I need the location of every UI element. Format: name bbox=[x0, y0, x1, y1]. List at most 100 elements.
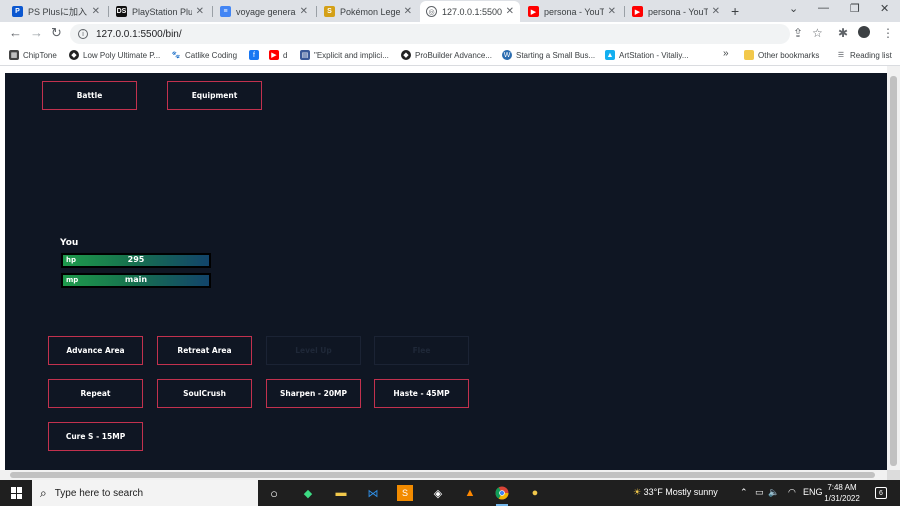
close-icon[interactable]: ✕ bbox=[196, 6, 204, 17]
new-tab-button[interactable]: + bbox=[731, 3, 739, 19]
horizontal-scrollbar[interactable] bbox=[0, 470, 887, 480]
wordpress-icon: W bbox=[502, 50, 512, 60]
paw-icon: 🐾 bbox=[171, 50, 181, 60]
mp-value: main bbox=[124, 275, 148, 284]
grid-icon: ▦ bbox=[9, 50, 19, 60]
haste-button[interactable]: Haste - 45MP bbox=[374, 379, 469, 408]
bookmark-probuilder[interactable]: ◆ ProBuilder Advance... bbox=[401, 50, 492, 60]
bookmark-facebook[interactable]: f bbox=[249, 50, 263, 60]
tab-search-icon[interactable]: ⌄ bbox=[789, 2, 798, 15]
menu-icon[interactable]: ⋮ bbox=[882, 26, 894, 40]
close-icon[interactable]: ✕ bbox=[92, 6, 100, 17]
youtube-icon: ▶ bbox=[632, 6, 643, 17]
horizontal-scroll-thumb[interactable] bbox=[10, 472, 875, 478]
mango-app-icon[interactable]: ● bbox=[527, 485, 543, 501]
browser-toolbar: ← → ↻ i 127.0.0.1:5500/bin/ ⇪ ☆ ✱ ⋮ bbox=[0, 22, 900, 46]
advance-area-button[interactable]: Advance Area bbox=[48, 336, 143, 365]
forward-icon[interactable]: → bbox=[30, 25, 43, 40]
tab-strip: P PS Plusに加入 | 1か ✕ DS PlayStation Plus … bbox=[0, 0, 900, 22]
windows-start-icon[interactable] bbox=[11, 487, 23, 499]
close-icon[interactable]: ✕ bbox=[300, 6, 308, 17]
share-icon[interactable]: ⇪ bbox=[793, 26, 803, 40]
retreat-area-button[interactable]: Retreat Area bbox=[157, 336, 252, 365]
tab-localhost[interactable]: ◎ 127.0.0.1:5500/bi ✕ bbox=[420, 1, 520, 22]
close-icon[interactable]: ✕ bbox=[608, 6, 616, 17]
sun-icon: ☀ bbox=[633, 487, 642, 497]
git-icon[interactable]: ◆ bbox=[300, 485, 316, 501]
sharpen-button[interactable]: Sharpen - 20MP bbox=[266, 379, 361, 408]
file-explorer-icon[interactable]: ▬ bbox=[333, 485, 349, 501]
profile-avatar[interactable] bbox=[858, 26, 870, 38]
unity-icon: ◆ bbox=[69, 50, 79, 60]
docs-icon: ≡ bbox=[220, 6, 231, 17]
close-icon[interactable]: ✕ bbox=[404, 6, 412, 17]
soulcrush-button[interactable]: SoulCrush bbox=[157, 379, 252, 408]
equipment-button[interactable]: Equipment bbox=[167, 81, 262, 110]
tab-persona-youtube-1[interactable]: ▶ persona - YouTu ✕ bbox=[522, 1, 622, 22]
windows-taskbar: ⌕ Type here to search ○ ◆ ▬ ⋈ S ◈ ▲ ● ☀ … bbox=[0, 480, 900, 506]
cure-s-button[interactable]: Cure S - 15MP bbox=[48, 422, 143, 451]
article-icon: ▤ bbox=[300, 50, 310, 60]
tab-ps-plus[interactable]: P PS Plusに加入 | 1か ✕ bbox=[6, 1, 106, 22]
info-icon[interactable]: i bbox=[78, 29, 88, 39]
sublime-icon[interactable]: S bbox=[397, 485, 413, 501]
bookmark-small-business[interactable]: W Starting a Small Bus... bbox=[502, 50, 595, 60]
tab-playstation-plus[interactable]: DS PlayStation Plus ✕ bbox=[110, 1, 210, 22]
taskbar-search[interactable]: ⌕ Type here to search bbox=[32, 480, 258, 506]
extensions-icon[interactable]: ✱ bbox=[838, 26, 848, 40]
close-icon[interactable]: ✕ bbox=[506, 6, 514, 17]
weather-widget[interactable]: ☀ 33°F Mostly sunny bbox=[633, 487, 718, 498]
reload-icon[interactable]: ↻ bbox=[51, 25, 62, 41]
star-icon[interactable]: ☆ bbox=[812, 26, 823, 40]
ds-icon: DS bbox=[116, 6, 127, 17]
vscode-icon[interactable]: ⋈ bbox=[365, 485, 381, 501]
artstation-icon: ▲ bbox=[605, 50, 615, 60]
page-viewport: Battle Equipment You hp 295 mp main Adva… bbox=[0, 66, 900, 480]
tab-voyage-general[interactable]: ≡ voyage general ✕ bbox=[214, 1, 314, 22]
vertical-scroll-thumb[interactable] bbox=[890, 76, 897, 466]
bookmark-low-poly[interactable]: ◆ Low Poly Ultimate P... bbox=[69, 50, 160, 60]
bookmark-explicit[interactable]: ▤ "Explicit and implici... bbox=[300, 50, 389, 60]
folder-icon bbox=[744, 50, 754, 60]
bookmark-catlike-coding[interactable]: 🐾 Catlike Coding bbox=[171, 50, 237, 60]
minimize-button[interactable]: — bbox=[818, 2, 829, 14]
bookmark-reading-list[interactable]: ☰ Reading list bbox=[836, 50, 892, 60]
volume-icon[interactable]: 🔈 bbox=[768, 487, 779, 498]
back-icon[interactable]: ← bbox=[9, 25, 22, 40]
globe-icon: ◎ bbox=[426, 6, 437, 17]
repeat-button[interactable]: Repeat bbox=[48, 379, 143, 408]
chrome-icon[interactable] bbox=[494, 485, 510, 506]
level-up-button[interactable]: Level Up bbox=[266, 336, 361, 365]
notification-icon[interactable]: 6 bbox=[875, 487, 887, 499]
bookmark-artstation[interactable]: ▲ ArtStation - Vitaliy... bbox=[605, 50, 689, 60]
wifi-icon[interactable]: ◠ bbox=[788, 487, 796, 498]
bookmark-chiptone[interactable]: ▦ ChipTone bbox=[9, 50, 57, 60]
battle-button[interactable]: Battle bbox=[42, 81, 137, 110]
more-bookmarks-button[interactable]: » bbox=[723, 48, 729, 59]
youtube-icon: ▶ bbox=[269, 50, 279, 60]
ps-icon: P bbox=[12, 6, 23, 17]
close-window-button[interactable]: ✕ bbox=[880, 2, 889, 15]
bookmark-d[interactable]: ▶ d bbox=[269, 50, 287, 60]
tab-pokemon-legends[interactable]: S Pokémon Legend ✕ bbox=[318, 1, 418, 22]
vlc-icon[interactable]: ▲ bbox=[462, 485, 478, 501]
restore-button[interactable]: ❐ bbox=[850, 2, 860, 15]
mp-bar: mp main bbox=[61, 273, 211, 288]
flee-button[interactable]: Flee bbox=[374, 336, 469, 365]
vertical-scrollbar[interactable] bbox=[887, 66, 900, 470]
system-clock[interactable]: 7:48 AM 1/31/2022 bbox=[812, 482, 872, 504]
unity-icon[interactable]: ◈ bbox=[430, 485, 446, 501]
tab-persona-youtube-2[interactable]: ▶ persona - YouTu ✕ bbox=[626, 1, 726, 22]
facebook-icon: f bbox=[249, 50, 259, 60]
scroll-corner bbox=[887, 470, 900, 480]
close-icon[interactable]: ✕ bbox=[712, 6, 720, 17]
tray-chevron-icon[interactable]: ⌃ bbox=[740, 487, 748, 498]
bookmark-other[interactable]: Other bookmarks bbox=[744, 50, 819, 60]
unity-icon: ◆ bbox=[401, 50, 411, 60]
serebii-icon: S bbox=[324, 6, 335, 17]
hp-value: 295 bbox=[127, 255, 145, 264]
task-view-icon[interactable]: ○ bbox=[266, 485, 282, 501]
youtube-icon: ▶ bbox=[528, 6, 539, 17]
network-icon[interactable]: ▭ bbox=[755, 487, 764, 498]
address-bar[interactable]: i 127.0.0.1:5500/bin/ bbox=[70, 24, 790, 44]
